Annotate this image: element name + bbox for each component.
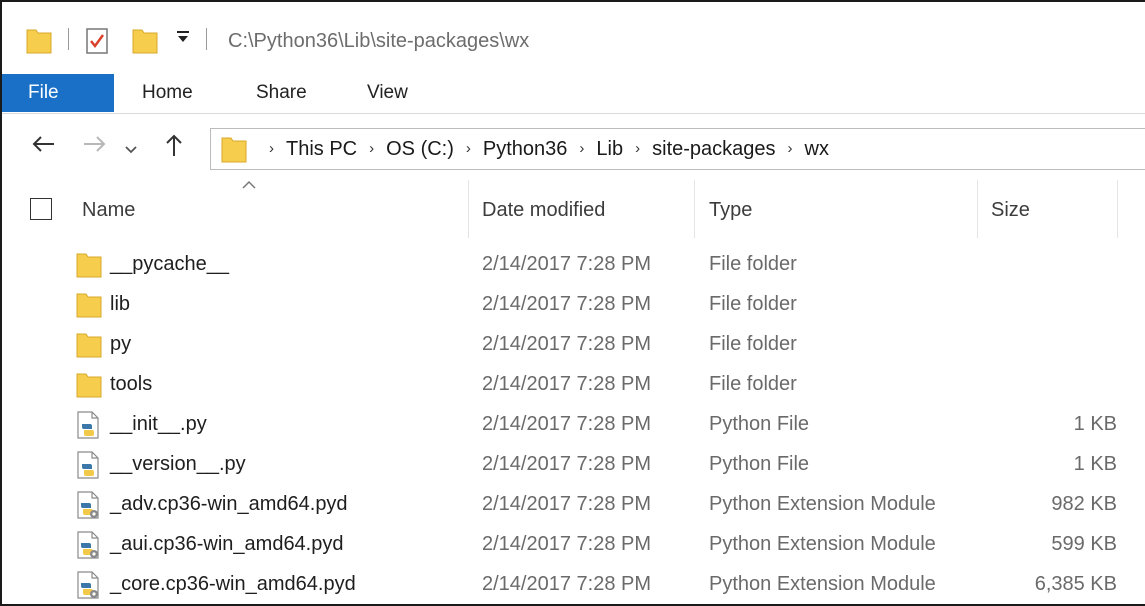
file-row[interactable]: __init__.py 2/14/2017 7:28 PM Python File 1… xyxy=(2,404,1145,444)
properties-icon[interactable] xyxy=(82,26,112,56)
column-header-date-modified[interactable]: Date modified xyxy=(482,178,694,238)
file-name: tools xyxy=(110,373,153,395)
folder-icon xyxy=(26,29,52,54)
breadcrumb-python36[interactable]: Python36 xyxy=(483,138,568,160)
toolbar-separator xyxy=(68,28,69,50)
file-name: _aui.cp36-win_amd64.pyd xyxy=(110,533,344,555)
file-size xyxy=(991,284,1117,324)
file-name: lib xyxy=(110,293,131,315)
chevron-right-icon[interactable]: › xyxy=(369,129,374,169)
file-type: File folder xyxy=(709,253,797,275)
file-name: __pycache__ xyxy=(110,253,229,275)
chevron-right-icon[interactable]: › xyxy=(269,129,274,169)
file-type: File folder xyxy=(709,333,797,355)
breadcrumb-this-pc[interactable]: This PC xyxy=(286,138,357,160)
file-size xyxy=(991,364,1117,404)
forward-arrow-icon[interactable] xyxy=(82,132,108,163)
python-file-icon xyxy=(74,410,102,446)
ribbon-tabs: File Home Share View xyxy=(2,74,1145,114)
navigation-bar: › This PC › OS (C:) › Python36 › Lib › site-packa… xyxy=(2,122,1145,174)
column-header-name[interactable]: Name xyxy=(82,178,468,238)
file-date-modified: 2/14/2017 7:28 PM xyxy=(482,413,652,435)
file-name: _core.cp36-win_amd64.pyd xyxy=(110,573,356,595)
file-date-modified: 2/14/2017 7:28 PM xyxy=(482,453,652,475)
chevron-right-icon[interactable]: › xyxy=(466,129,471,169)
breadcrumb-lib[interactable]: Lib xyxy=(596,138,623,160)
file-row[interactable]: _aui.cp36-win_amd64.pyd 2/14/2017 7:28 PM… xyxy=(2,524,1145,564)
folder-icon xyxy=(221,137,247,163)
chevron-right-icon[interactable]: › xyxy=(579,129,584,169)
file-size: 1 KB xyxy=(1073,413,1117,435)
file-type: File folder xyxy=(709,373,797,395)
column-divider[interactable] xyxy=(468,180,469,238)
column-header-type[interactable]: Type xyxy=(709,178,977,238)
column-header-row: Name Date modified Type Size xyxy=(2,178,1145,238)
file-name: py xyxy=(110,333,132,355)
file-explorer-window: C:\Python36\Lib\site-packages\wx File Ho… xyxy=(0,0,1145,606)
python-file-icon xyxy=(74,450,102,486)
file-row[interactable]: __version__.py 2/14/2017 7:28 PM Python Fi… xyxy=(2,444,1145,484)
file-size: 982 KB xyxy=(1051,493,1117,515)
file-date-modified: 2/14/2017 7:28 PM xyxy=(482,293,652,315)
toolbar-separator xyxy=(206,28,207,50)
file-row[interactable]: lib 2/14/2017 7:28 PM File folder xyxy=(2,284,1145,324)
file-row[interactable]: py 2/14/2017 7:28 PM File folder xyxy=(2,324,1145,364)
file-type: Python File xyxy=(709,453,810,475)
file-size xyxy=(991,244,1117,284)
new-folder-icon[interactable] xyxy=(130,26,160,56)
window-title: C:\Python36\Lib\site-packages\wx xyxy=(228,30,530,52)
folder-icon xyxy=(74,370,104,406)
file-type: Python Extension Module xyxy=(709,533,936,555)
file-type: File folder xyxy=(709,293,797,315)
file-type: Python File xyxy=(709,413,810,435)
column-divider[interactable] xyxy=(694,180,695,238)
breadcrumb: › This PC › OS (C:) › Python36 › Lib › site-packa… xyxy=(257,129,829,169)
file-date-modified: 2/14/2017 7:28 PM xyxy=(482,333,652,355)
python-extension-icon xyxy=(74,570,102,604)
file-size: 6,385 KB xyxy=(1034,573,1117,595)
file-name: __version__.py xyxy=(110,453,246,475)
file-date-modified: 2/14/2017 7:28 PM xyxy=(482,253,652,275)
column-header-size[interactable]: Size xyxy=(991,178,1117,238)
up-arrow-icon[interactable] xyxy=(162,132,186,165)
recent-locations-chevron-down-icon[interactable] xyxy=(124,136,138,164)
file-size: 599 KB xyxy=(1051,533,1117,555)
file-date-modified: 2/14/2017 7:28 PM xyxy=(482,493,652,515)
breadcrumb-site-packages[interactable]: site-packages xyxy=(652,138,775,160)
tab-file[interactable]: File xyxy=(2,74,114,112)
file-type: Python Extension Module xyxy=(709,493,936,515)
back-arrow-icon[interactable] xyxy=(30,132,56,163)
folder-icon xyxy=(74,290,104,326)
breadcrumb-wx[interactable]: wx xyxy=(805,138,829,160)
file-date-modified: 2/14/2017 7:28 PM xyxy=(482,533,652,555)
customize-toolbar-dropdown-icon[interactable] xyxy=(176,28,190,47)
file-row[interactable]: __pycache__ 2/14/2017 7:28 PM File folder xyxy=(2,244,1145,284)
chevron-right-icon[interactable]: › xyxy=(788,129,793,169)
file-name: _adv.cp36-win_amd64.pyd xyxy=(110,493,348,515)
select-all-checkbox[interactable] xyxy=(30,198,52,220)
file-date-modified: 2/14/2017 7:28 PM xyxy=(482,373,652,395)
file-date-modified: 2/14/2017 7:28 PM xyxy=(482,573,652,595)
python-extension-icon xyxy=(74,490,102,526)
tab-view[interactable]: View xyxy=(347,74,428,112)
file-row[interactable]: tools 2/14/2017 7:28 PM File folder xyxy=(2,364,1145,404)
file-row[interactable]: _adv.cp36-win_amd64.pyd 2/14/2017 7:28 PM… xyxy=(2,484,1145,524)
file-size: 1 KB xyxy=(1073,453,1117,475)
folder-icon xyxy=(74,330,104,366)
tab-home[interactable]: Home xyxy=(122,74,213,112)
breadcrumb-os-c[interactable]: OS (C:) xyxy=(386,138,454,160)
address-bar[interactable]: › This PC › OS (C:) › Python36 › Lib › site-packa… xyxy=(210,128,1145,170)
folder-icon xyxy=(74,250,104,286)
chevron-right-icon[interactable]: › xyxy=(635,129,640,169)
title-bar: C:\Python36\Lib\site-packages\wx xyxy=(2,2,1145,64)
file-row[interactable]: _core.cp36-win_amd64.pyd 2/14/2017 7:28 P… xyxy=(2,564,1145,604)
python-extension-icon xyxy=(74,530,102,566)
tab-share[interactable]: Share xyxy=(236,74,327,112)
file-size xyxy=(991,324,1117,364)
file-type: Python Extension Module xyxy=(709,573,936,595)
column-divider[interactable] xyxy=(977,180,978,238)
file-name: __init__.py xyxy=(110,413,207,435)
column-divider[interactable] xyxy=(1117,180,1118,238)
